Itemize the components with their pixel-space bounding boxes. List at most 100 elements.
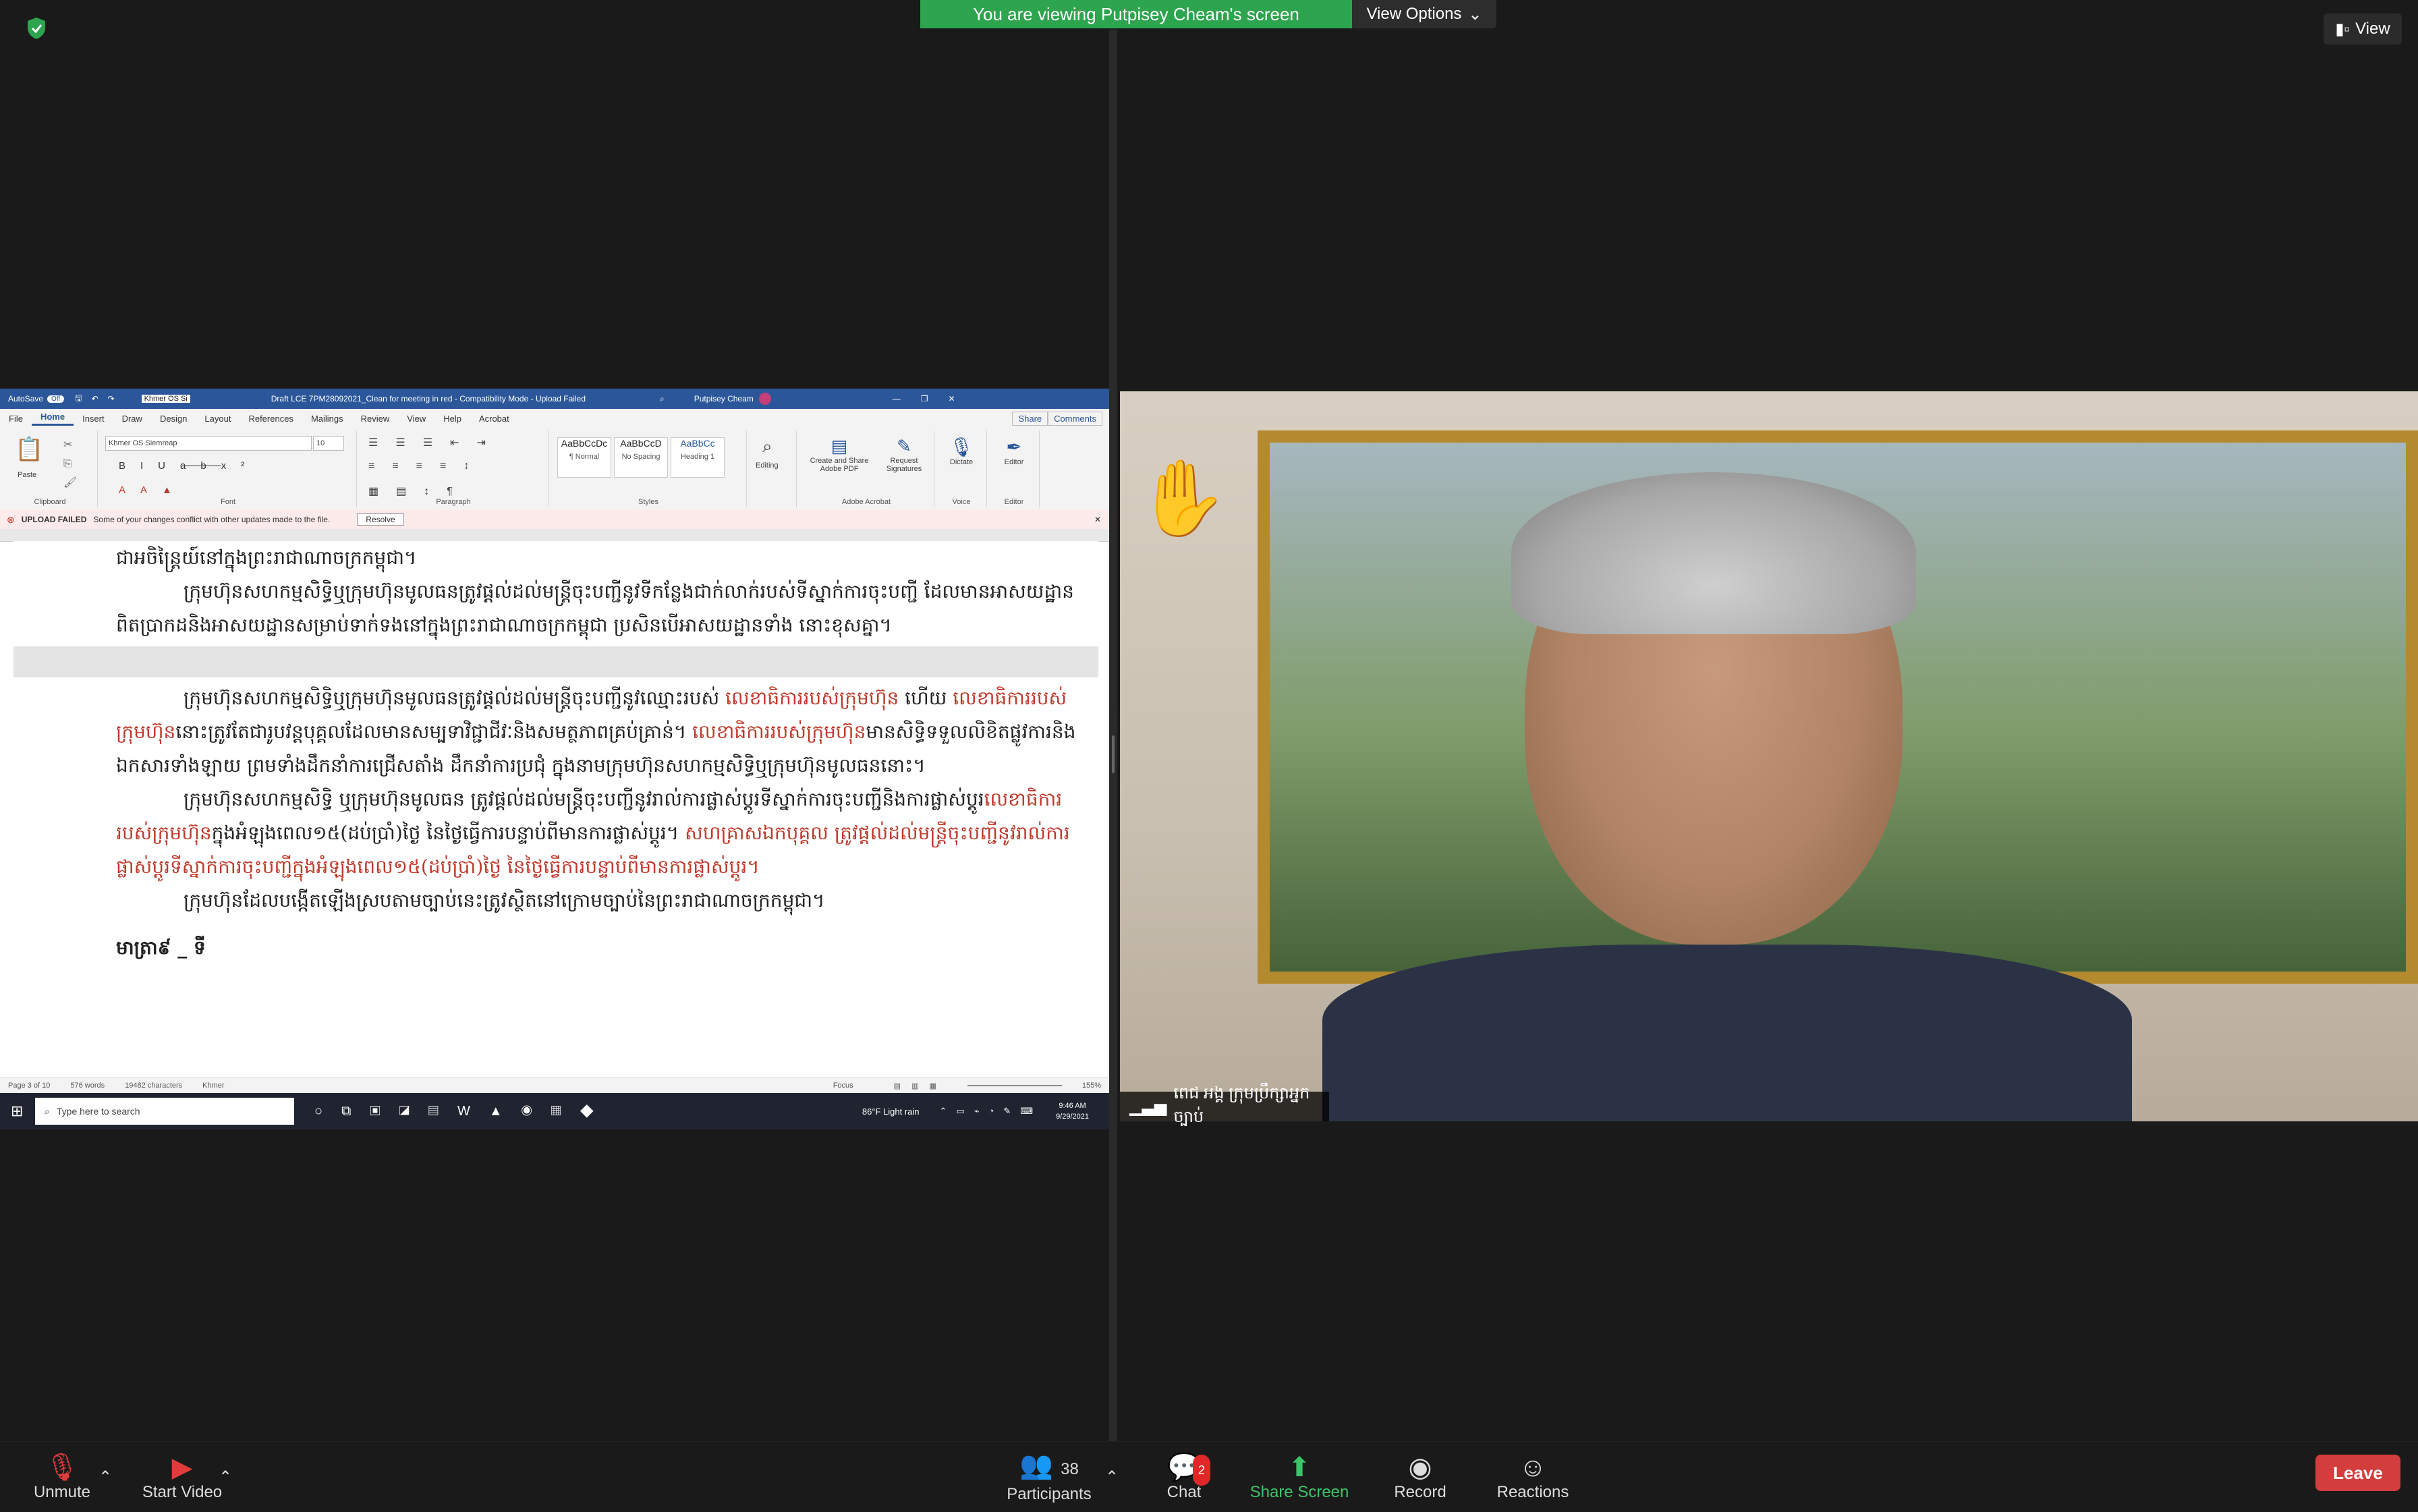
style-heading-1-name: Heading 1 (680, 453, 715, 461)
error-icon: ⊗ (7, 513, 15, 525)
undo-icon[interactable]: ↶ (91, 394, 98, 403)
font-color-icons[interactable]: AA▲ (119, 484, 187, 496)
participants-icon: 👥 38 (1019, 1451, 1079, 1480)
tab-file[interactable]: File (0, 414, 32, 424)
font-name-select[interactable]: Khmer OS Siemreap (105, 436, 312, 451)
video-off-icon: ▶ (171, 1453, 193, 1482)
divider-handle[interactable] (1112, 735, 1115, 773)
tab-design[interactable]: Design (151, 414, 196, 424)
taskbar-app-icons[interactable]: ○⧉▣◪▤W▲◉▦◆ (314, 1104, 613, 1119)
paste-label[interactable]: Paste (18, 471, 36, 479)
word-count[interactable]: 576 words (70, 1082, 105, 1090)
video-options-chevron[interactable]: ⌃ (217, 1446, 233, 1508)
user-name: Putpisey Cheam (694, 394, 754, 403)
style-normal[interactable]: AaBbCcDc ¶ Normal (557, 437, 611, 478)
clipboard-group: 📋 Paste ✂ ⎘ 🖌 Clipboard (3, 430, 98, 507)
editor-button[interactable]: ✒ Editor (989, 436, 1039, 466)
ribbon-tabs: File Home Insert Draw Design Layout Refe… (0, 409, 1109, 428)
autosave-toggle[interactable]: Off (47, 395, 65, 403)
style-no-spacing[interactable]: AaBbCcD No Spacing (614, 437, 668, 478)
participant-video[interactable]: ✋ (1120, 391, 2418, 1121)
tab-layout[interactable]: Layout (196, 414, 240, 424)
tab-help[interactable]: Help (434, 414, 470, 424)
microphone-muted-icon: 🎙 (45, 1453, 80, 1482)
participant-name: ពេជ អង្គ ក្រុមប្រឹក្សាអ្នកច្បាប់ (1173, 1084, 1310, 1126)
zoom-slider[interactable] (967, 1085, 1062, 1086)
clipboard-label: Clipboard (34, 498, 66, 506)
ruler[interactable] (0, 529, 1109, 542)
participant-name-tag: ▁▃▅ ពេជ អង្គ ក្រុមប្រឹក្សាអ្នកច្បាប់ (1120, 1084, 1329, 1126)
avatar[interactable] (758, 393, 771, 405)
minimize-icon[interactable]: — (893, 394, 901, 403)
doc-paragraph: ក្រុមហ៊ុនសហកម្មសិទ្ធិឬក្រុមហ៊ុនមូលធនត្រូ… (116, 580, 1074, 636)
tab-insert[interactable]: Insert (74, 414, 113, 424)
tab-acrobat[interactable]: Acrobat (470, 414, 518, 424)
tab-mailings[interactable]: Mailings (302, 414, 352, 424)
leave-button[interactable]: Leave (2315, 1455, 2400, 1491)
style-heading-1[interactable]: AaBbCc Heading 1 (671, 437, 725, 478)
participants-button[interactable]: 👥 38 Participants (999, 1446, 1100, 1508)
close-icon[interactable]: ✕ (949, 394, 955, 403)
editing-group[interactable]: ⌕ Editing (749, 430, 797, 507)
participants-chevron[interactable]: ⌃ (1104, 1446, 1120, 1508)
unmute-button[interactable]: 🎙 Unmute (27, 1446, 97, 1508)
focus-button[interactable]: Focus (833, 1082, 853, 1090)
tray-icons[interactable]: ⌃▭⌁◔✎⌨ (940, 1106, 1043, 1117)
list-icons[interactable]: ☰☰☰⇤⇥ (368, 436, 503, 449)
upload-failed-label: UPLOAD FAILED (21, 515, 87, 524)
view-options-button[interactable]: View Options ⌄ (1352, 0, 1496, 28)
zoom-level[interactable]: 155% (1082, 1082, 1101, 1090)
view-button[interactable]: ▮▫ View (2324, 13, 2402, 45)
windows-start-icon[interactable]: ⊞ (11, 1102, 23, 1120)
view-mode-icons[interactable]: ▤▥▦ (894, 1082, 947, 1090)
comments-button[interactable]: Comments (1048, 411, 1102, 426)
upload-failed-bar: ⊗ UPLOAD FAILED Some of your changes con… (0, 510, 1109, 529)
signal-icon: ▁▃▅ (1129, 1097, 1167, 1116)
page-count[interactable]: Page 3 of 10 (8, 1082, 50, 1090)
reactions-button[interactable]: ☺ Reactions (1491, 1446, 1575, 1508)
request-signatures-button[interactable]: ✎ Request Signatures (877, 436, 931, 473)
cut-copy-icons[interactable]: ✂ ⎘ 🖌 (63, 436, 77, 493)
paste-icon[interactable]: 📋 (15, 436, 43, 463)
security-shield-icon[interactable] (26, 16, 47, 40)
resolve-button[interactable]: Resolve (357, 513, 404, 526)
share-button[interactable]: Share (1012, 411, 1048, 426)
chat-button[interactable]: 💬 2 Chat (1162, 1446, 1210, 1508)
close-message-icon[interactable]: ✕ (1094, 515, 1101, 524)
style-no-spacing-sample: AaBbCcD (620, 438, 662, 449)
restore-icon[interactable]: ❐ (921, 394, 928, 403)
save-icon[interactable]: 🖫 (75, 392, 82, 406)
font-format-icons[interactable]: BIUabx² (119, 460, 259, 472)
font-size-select[interactable]: 10 (313, 436, 344, 451)
tab-review[interactable]: Review (352, 414, 399, 424)
microphone-icon: 🎙 (949, 437, 974, 457)
audio-options-chevron[interactable]: ⌃ (97, 1446, 113, 1508)
record-button[interactable]: ◉ Record (1390, 1446, 1451, 1508)
align-icons[interactable]: ≡≡≡≡↕ (368, 460, 486, 472)
participants-label: Participants (1007, 1485, 1092, 1503)
chat-icon: 💬 2 (1167, 1452, 1210, 1486)
share-screen-button[interactable]: ⬆ Share Screen (1245, 1446, 1353, 1508)
clock[interactable]: 9:46 AM 9/29/2021 (1056, 1100, 1089, 1122)
doc-text: នោះត្រូវតែជារូបវន្តបុគ្គលដែលមានសម្បទាវិជ… (175, 721, 693, 743)
tab-references[interactable]: References (240, 414, 302, 424)
signature-icon: ✎ (897, 436, 911, 456)
quick-font-box[interactable]: Khmer OS Si (141, 395, 190, 403)
redo-icon[interactable]: ↷ (108, 394, 115, 403)
participants-count: 38 (1061, 1460, 1079, 1478)
weather[interactable]: 86°F Light rain (862, 1107, 920, 1117)
tab-view[interactable]: View (398, 414, 434, 424)
tab-home[interactable]: Home (31, 412, 74, 426)
start-video-button[interactable]: ▶ Start Video (135, 1446, 229, 1508)
char-count[interactable]: 19482 characters (125, 1082, 182, 1090)
create-share-pdf-button[interactable]: ▤ Create and Share Adobe PDF (806, 436, 873, 473)
shading-icons[interactable]: ▦▤↕¶ (368, 484, 470, 498)
language[interactable]: Khmer (202, 1082, 224, 1090)
taskbar-search[interactable]: ⌕ Type here to search (35, 1098, 294, 1125)
adobe-acrobat-group: ▤ Create and Share Adobe PDF ✎ Request Sig… (799, 430, 934, 507)
search-icon[interactable]: ⌕ (660, 394, 665, 404)
document-page[interactable]: ជាអចិន្ត្រៃយ៍នៅក្នុងព្រះរាជាណាចក្រកម្ពុជ… (13, 541, 1098, 1112)
tab-draw[interactable]: Draw (113, 414, 151, 424)
dictate-button[interactable]: 🎙 Dictate (936, 436, 986, 466)
style-heading-1-sample: AaBbCc (680, 438, 715, 449)
